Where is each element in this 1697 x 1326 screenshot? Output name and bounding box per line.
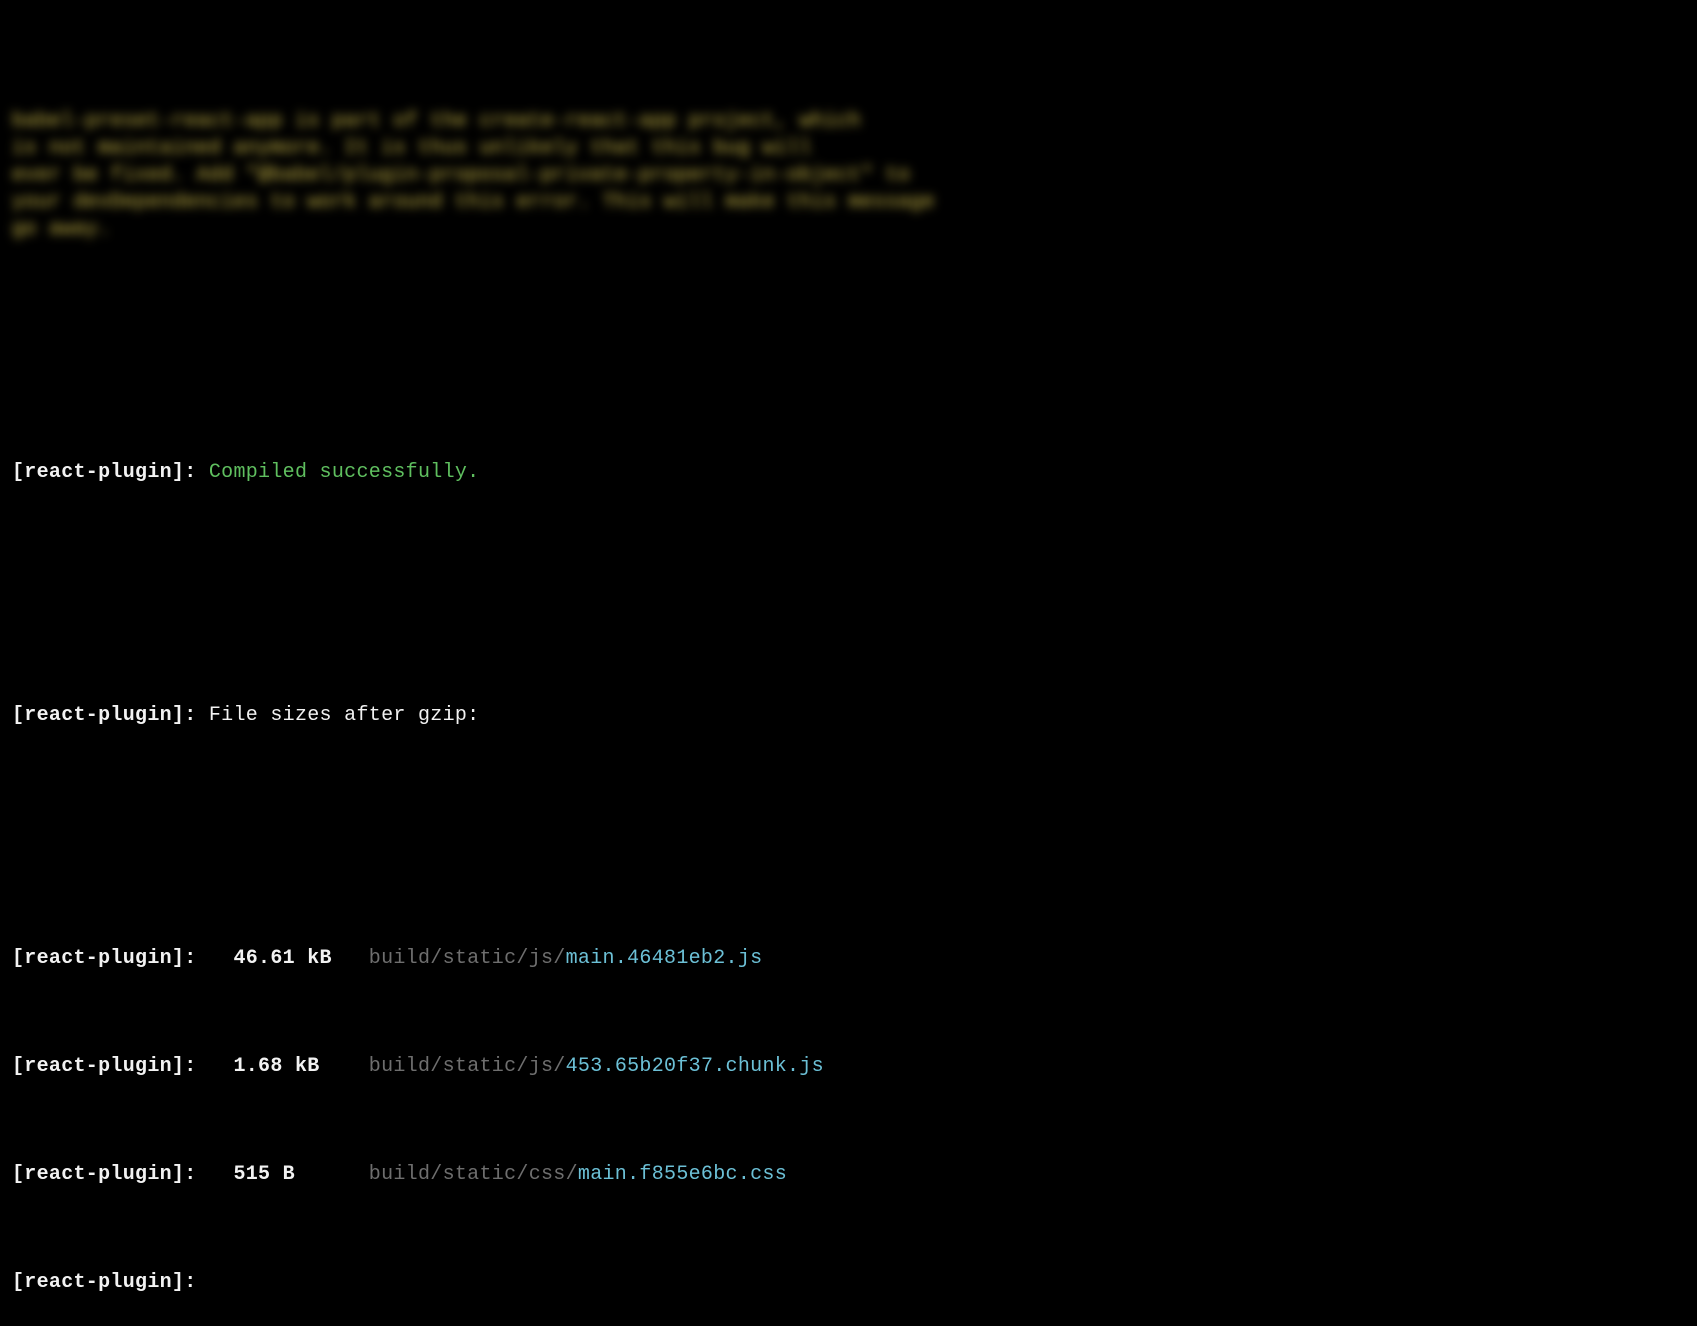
plugin-tag: [react-plugin]: [12, 461, 197, 484]
file-row: [react-plugin]: 46.61 kB build/static/js… [12, 945, 1685, 972]
file-path-dir: build/static/js/ [369, 947, 566, 970]
file-path-name: main.f855e6bc.css [578, 1163, 787, 1186]
plugin-tag: [react-plugin]: [12, 1055, 197, 1078]
terminal-output: babel-preset-react-app is part of the cr… [0, 0, 1697, 1326]
filesizes-label: File sizes after gzip: [209, 704, 480, 727]
plugin-tag: [react-plugin]: [12, 947, 197, 970]
compiled-msg: Compiled successfully. [209, 461, 480, 484]
file-path-name: main.46481eb2.js [566, 947, 763, 970]
file-size: 46.61 kB [233, 947, 331, 970]
plugin-tag: [react-plugin]: [12, 1271, 197, 1294]
file-size: 1.68 kB [233, 1055, 319, 1078]
file-row: [react-plugin]: 515 B build/static/css/m… [12, 1161, 1685, 1188]
plugin-empty-line: [react-plugin]: [12, 1269, 1685, 1296]
plugin-tag: [react-plugin]: [12, 704, 197, 727]
file-path-dir: build/static/js/ [369, 1055, 566, 1078]
file-path-dir: build/static/css/ [369, 1163, 578, 1186]
file-row: [react-plugin]: 1.68 kB build/static/js/… [12, 1053, 1685, 1080]
blurred-warning: babel-preset-react-app is part of the cr… [12, 108, 1685, 243]
filesizes-header: [react-plugin]: File sizes after gzip: [12, 702, 1685, 729]
plugin-tag: [react-plugin]: [12, 1163, 197, 1186]
file-size: 515 B [233, 1163, 295, 1186]
compiled-line: [react-plugin]: Compiled successfully. [12, 459, 1685, 486]
file-path-name: 453.65b20f37.chunk.js [566, 1055, 824, 1078]
blank-line [12, 810, 1685, 837]
blank-line [12, 324, 1685, 351]
blank-line [12, 567, 1685, 594]
